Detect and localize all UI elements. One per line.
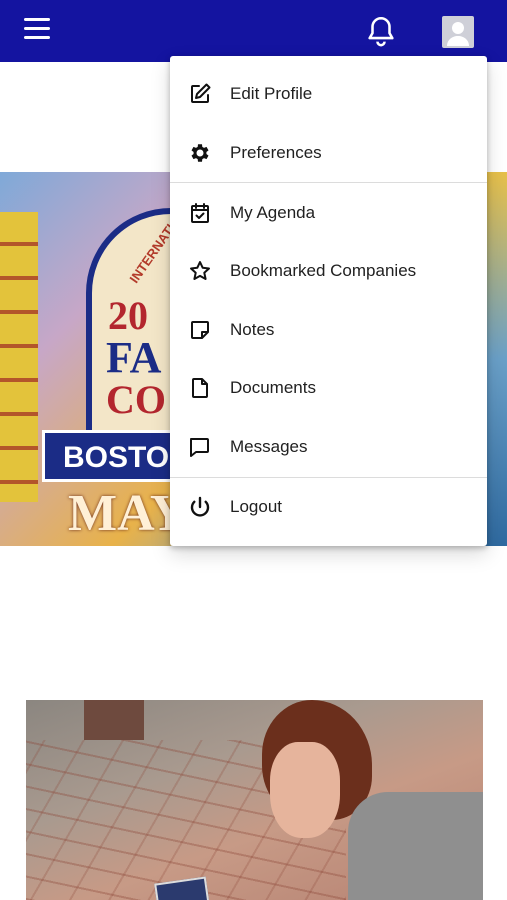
gear-icon [188,141,212,165]
message-icon [188,435,212,459]
menu-item-label: Messages [230,437,308,456]
menu-item-edit-profile[interactable]: Edit Profile [170,67,487,121]
menu-item-label: Preferences [230,143,322,162]
menu-item-notes[interactable]: Notes [170,303,487,357]
document-icon [188,376,212,400]
banner-line2-text: CO [106,377,166,422]
photo-post [84,700,144,740]
menu-item-label: Edit Profile [230,84,313,103]
top-app-bar [0,0,507,62]
banner-brick-column [0,212,38,502]
menu-divider [170,182,487,183]
menu-item-messages[interactable]: Messages [170,420,487,474]
bell-icon[interactable] [364,14,398,48]
user-avatar-icon[interactable] [442,16,474,48]
menu-item-my-agenda[interactable]: My Agenda [170,186,487,240]
calendar-check-icon [188,201,212,225]
menu-item-bookmarked-companies[interactable]: Bookmarked Companies [170,244,487,298]
menu-item-label: Logout [230,497,282,516]
menu-item-documents[interactable]: Documents [170,361,487,415]
user-dropdown-menu: Edit Profile Preferences My Agenda Bookm… [170,56,487,546]
note-icon [188,318,212,342]
menu-item-logout[interactable]: Logout [170,480,487,534]
photo-person-face [270,742,340,838]
promo-photo [26,700,483,900]
menu-item-label: Bookmarked Companies [230,261,417,280]
menu-item-label: My Agenda [230,203,316,222]
photo-person-shirt [348,792,483,900]
power-icon [188,495,212,519]
menu-item-label: Notes [230,320,275,339]
star-icon [188,259,212,283]
menu-item-label: Documents [230,378,316,397]
menu-divider [170,477,487,478]
menu-item-preferences[interactable]: Preferences [170,126,487,180]
edit-icon [188,82,212,106]
hamburger-icon[interactable] [24,18,54,44]
banner-right-edge [485,172,507,546]
